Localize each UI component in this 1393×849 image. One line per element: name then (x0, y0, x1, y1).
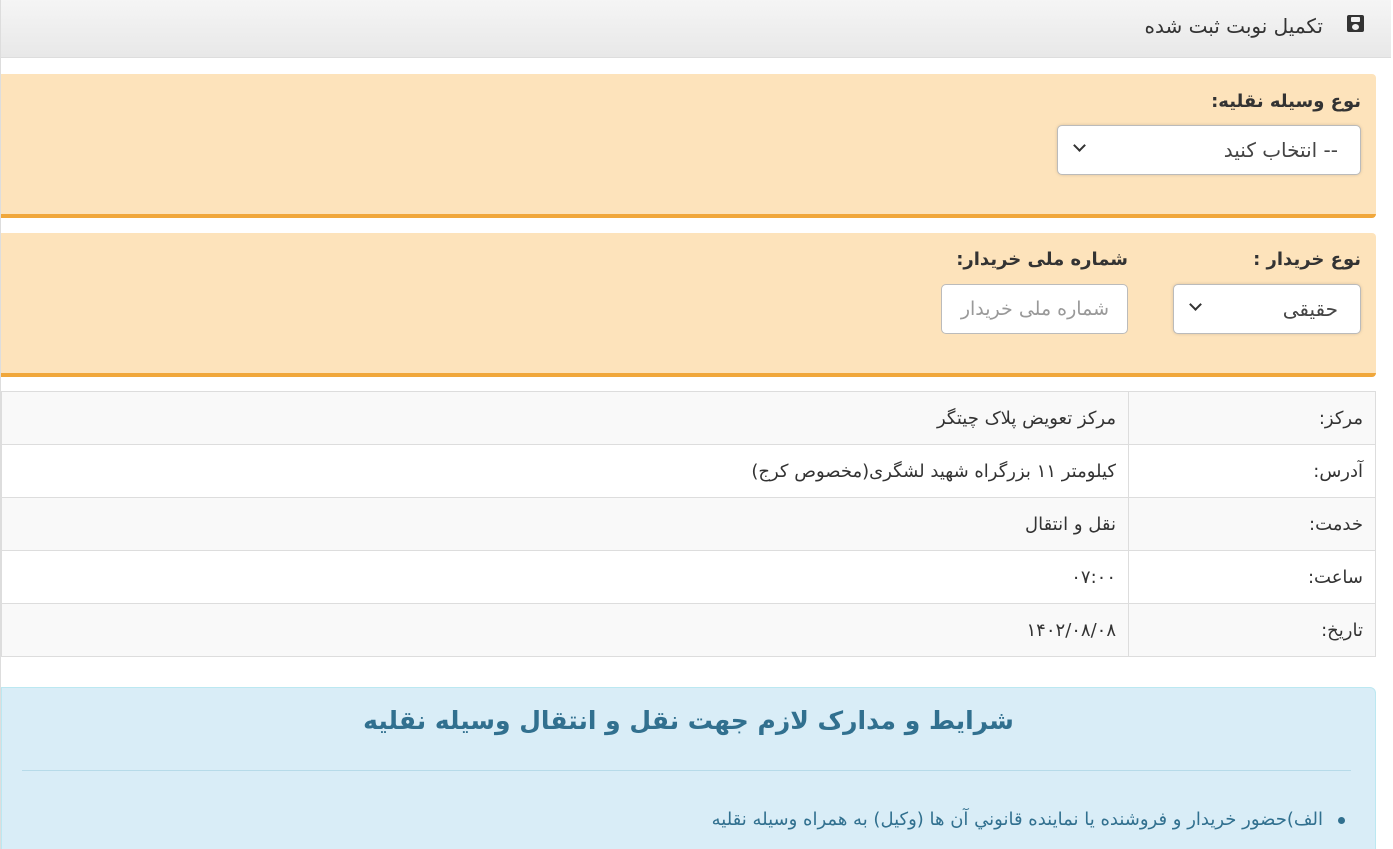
vehicle-type-select[interactable]: -- انتخاب کنید (1057, 125, 1361, 175)
table-row: مرکز: مرکز تعویض پلاک چیتگر (1, 391, 1376, 445)
save-icon (1347, 15, 1364, 32)
detail-value-service: نقل و انتقال (1, 497, 1129, 551)
table-row: ساعت: ۰۷:۰۰ (1, 550, 1376, 604)
buyer-national-id-input[interactable] (941, 284, 1128, 334)
detail-key-center: مرکز: (1128, 391, 1376, 445)
table-row: آدرس: کیلومتر ۱۱ بزرگراه شهید لشگری(مخصو… (1, 444, 1376, 498)
detail-value-time: ۰۷:۰۰ (1, 550, 1129, 604)
buyer-type-select[interactable]: حقیقی (1173, 284, 1361, 334)
table-row: خدمت: نقل و انتقال (1, 497, 1376, 551)
vehicle-type-section: نوع وسیله نقلیه: -- انتخاب کنید (1, 74, 1376, 218)
vehicle-type-label: نوع وسیله نقلیه: (1211, 91, 1361, 112)
list-item: الف)حضور خريدار و فروشنده يا نماينده قان… (712, 806, 1346, 834)
appointment-panel: تکمیل نوبت ثبت شده نوع وسیله نقلیه: -- ا… (0, 0, 1391, 849)
detail-value-date: ۱۴۰۲/۰۸/۰۸ (1, 603, 1129, 657)
buyer-national-id-label: شماره ملی خریدار: (956, 249, 1128, 270)
chevron-down-icon (1072, 140, 1086, 154)
panel-heading: تکمیل نوبت ثبت شده (1, 0, 1391, 58)
buyer-section: نوع خریدار : حقیقی شماره ملی خریدار: (1, 233, 1376, 377)
detail-value-center: مرکز تعویض پلاک چیتگر (1, 391, 1129, 445)
chevron-down-icon (1188, 299, 1202, 313)
detail-key-time: ساعت: (1128, 550, 1376, 604)
detail-value-address: کیلومتر ۱۱ بزرگراه شهید لشگری(مخصوص کرج) (1, 444, 1129, 498)
detail-key-service: خدمت: (1128, 497, 1376, 551)
table-row: تاریخ: ۱۴۰۲/۰۸/۰۸ (1, 603, 1376, 657)
buyer-type-label: نوع خریدار : (1253, 249, 1361, 270)
requirements-box: شرایط و مدارک لازم جهت نقل و انتقال وسیل… (1, 687, 1376, 849)
buyer-type-selected-value: حقیقی (1282, 297, 1338, 321)
appointment-details-table: مرکز: مرکز تعویض پلاک چیتگر آدرس: کیلومت… (1, 391, 1376, 657)
detail-key-date: تاریخ: (1128, 603, 1376, 657)
requirements-list: الف)حضور خريدار و فروشنده يا نماينده قان… (712, 806, 1346, 834)
vehicle-type-selected-value: -- انتخاب کنید (1223, 138, 1338, 162)
page-title: تکمیل نوبت ثبت شده (1144, 14, 1323, 38)
detail-key-address: آدرس: (1128, 444, 1376, 498)
requirements-divider (22, 770, 1351, 771)
requirements-title: شرایط و مدارک لازم جهت نقل و انتقال وسیل… (363, 706, 1014, 735)
